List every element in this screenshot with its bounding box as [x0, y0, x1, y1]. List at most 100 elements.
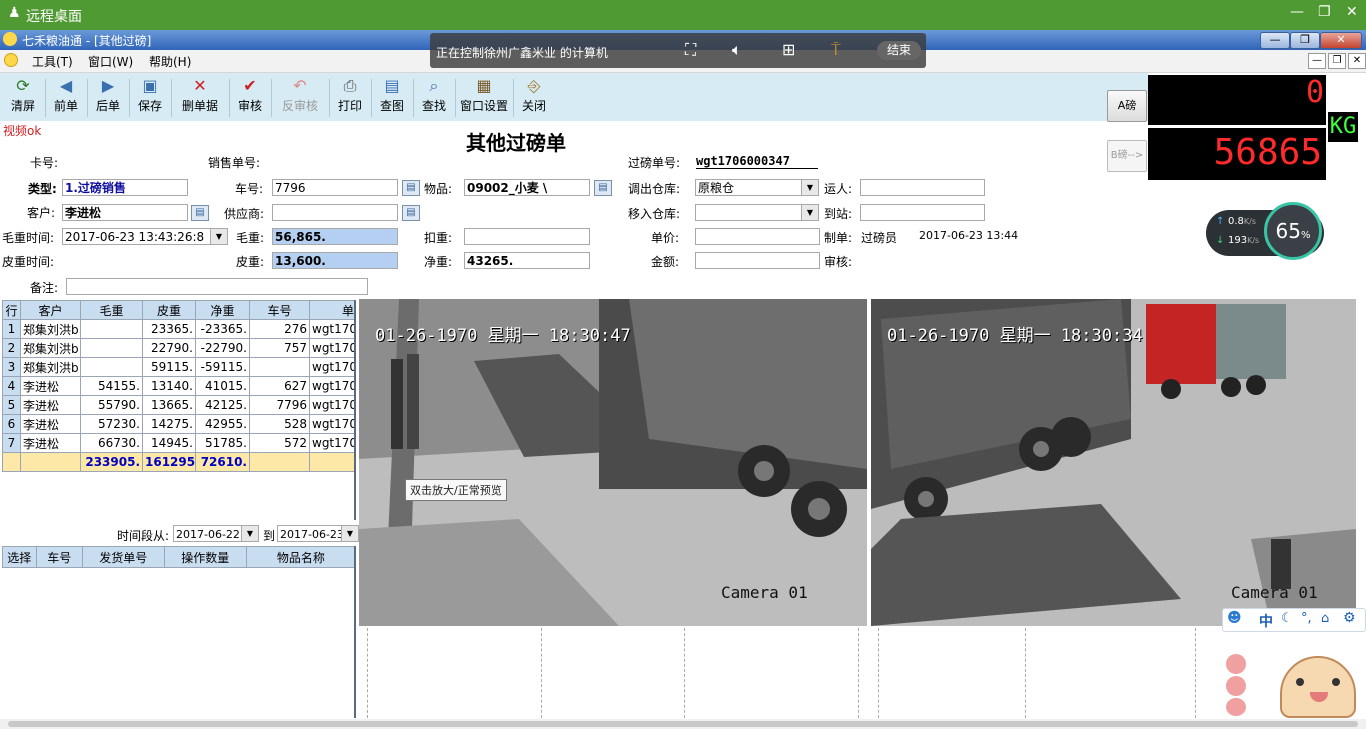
out-warehouse-select[interactable]: 原粮仓 ▼	[695, 179, 819, 196]
deduct-field[interactable]	[464, 228, 590, 245]
cell-gross[interactable]	[80, 319, 143, 339]
table-row[interactable]: 1 郑集刘洪b 23365. -23365. 276 wgt170	[2, 319, 354, 339]
supplier-field[interactable]	[272, 204, 398, 221]
col-header-gross[interactable]: 毛重	[80, 300, 143, 320]
cell-net[interactable]: -59115.	[195, 357, 250, 377]
customer-lookup-icon[interactable]: ▤	[191, 205, 209, 221]
cell-bill-no[interactable]: wgt170	[309, 357, 354, 377]
station-field[interactable]	[860, 204, 985, 221]
cell-row-number[interactable]: 5	[2, 395, 21, 415]
app-close-button[interactable]: ✕	[1320, 32, 1362, 49]
cell-plate[interactable]: 627	[249, 376, 310, 396]
table-row[interactable]: 7 李进松 66730. 14945. 51785. 572 wgt170	[2, 433, 354, 453]
cell-gross[interactable]	[80, 357, 143, 377]
ime-toolbar[interactable]: ☻ 中 ☾ °, ⌂ ⚙	[1222, 608, 1366, 632]
table-row[interactable]: 2 郑集刘洪b 22790. -22790. 757 wgt170	[2, 338, 354, 358]
menu-window[interactable]: 窗口(W)	[88, 53, 133, 70]
cell-net[interactable]: 41015.	[195, 376, 250, 396]
pin-icon[interactable]: ⍑	[831, 40, 841, 60]
scrollbar-thumb[interactable]	[8, 721, 1358, 727]
cell-tare[interactable]: 23365.	[142, 319, 196, 339]
moon-icon[interactable]: ☾	[1281, 611, 1293, 626]
cell-net[interactable]: -22790.	[195, 338, 250, 358]
col-header-delivery-no[interactable]: 发货单号	[81, 546, 165, 568]
cell-bill-no[interactable]: wgt170	[309, 433, 354, 453]
horizontal-scrollbar[interactable]	[0, 719, 1366, 729]
memory-usage-ring[interactable]: 65%	[1264, 202, 1322, 260]
col-header-customer[interactable]: 客户	[20, 300, 81, 320]
remark-field[interactable]	[66, 278, 368, 295]
cell-row-number[interactable]: 6	[2, 414, 21, 434]
cell-plate[interactable]: 276	[249, 319, 310, 339]
crop-icon[interactable]: ⊞	[782, 40, 795, 59]
col-header-plate[interactable]: 车号	[35, 546, 83, 568]
mdi-restore-button[interactable]: ❐	[1328, 53, 1346, 69]
punctuation-icon[interactable]: °,	[1301, 611, 1312, 626]
ime-chinese-mode[interactable]: 中	[1259, 611, 1273, 631]
cell-tare[interactable]: 22790.	[142, 338, 196, 358]
fullscreen-icon[interactable]: ⛶	[685, 40, 696, 60]
cell-bill-no[interactable]: wgt170	[309, 414, 354, 434]
menu-help[interactable]: 帮助(H)	[149, 53, 191, 70]
mdi-close-button[interactable]: ✕	[1348, 53, 1366, 69]
cell-bill-no[interactable]: wgt170	[309, 338, 354, 358]
app-restore-button[interactable]: ❐	[1290, 32, 1320, 49]
gear-icon[interactable]: ⚙	[1343, 610, 1356, 626]
cell-net[interactable]: 42125.	[195, 395, 250, 415]
cell-row-number[interactable]: 3	[2, 357, 21, 377]
cell-customer[interactable]: 李进松	[20, 395, 81, 415]
cell-customer[interactable]: 郑集刘洪b	[20, 357, 81, 377]
close-button[interactable]: ⎆ 关闭	[516, 75, 552, 119]
window-settings-button[interactable]: ▦ 窗口设置	[458, 75, 510, 119]
table-row[interactable]: 3 郑集刘洪b 59115. -59115. wgt170	[2, 357, 354, 377]
period-from-field[interactable]: 2017-06-22 ▼	[173, 525, 259, 542]
cell-net[interactable]: -23365.	[195, 319, 250, 339]
cell-row-number[interactable]: 2	[2, 338, 21, 358]
search-button[interactable]: ⌕ 查找	[416, 75, 452, 119]
unapprove-button[interactable]: ↶ 反审核	[275, 75, 325, 119]
remote-minimize-button[interactable]: —	[1290, 4, 1304, 20]
cell-bill-no[interactable]: wgt170	[309, 376, 354, 396]
type-field[interactable]: 1.过磅销售	[62, 179, 188, 196]
cell-bill-no[interactable]: wgt170	[309, 395, 354, 415]
cell-customer[interactable]: 郑集刘洪b	[20, 319, 81, 339]
delete-button[interactable]: ✕ 删单据	[176, 75, 224, 119]
price-field[interactable]	[695, 228, 820, 245]
cell-plate[interactable]: 7796	[249, 395, 310, 415]
cell-plate[interactable]: 757	[249, 338, 310, 358]
cell-gross[interactable]: 57230.	[80, 414, 143, 434]
cell-customer[interactable]: 李进松	[20, 414, 81, 434]
view-image-button[interactable]: ▤ 查图	[374, 75, 410, 119]
amount-field[interactable]	[695, 252, 820, 269]
cell-plate[interactable]	[249, 357, 310, 377]
menu-tools[interactable]: 工具(T)	[32, 53, 73, 70]
table-row[interactable]: 4 李进松 54155. 13140. 41015. 627 wgt170	[2, 376, 354, 396]
cell-customer[interactable]: 李进松	[20, 376, 81, 396]
volume-icon[interactable]: 🔈︎	[732, 40, 742, 60]
col-header-select[interactable]: 选择	[2, 546, 37, 568]
cell-tare[interactable]: 14945.	[142, 433, 196, 453]
period-to-field[interactable]: 2017-06-23 ▼	[277, 525, 359, 542]
clear-button[interactable]: ⟳ 清屏	[4, 75, 42, 119]
cell-row-number[interactable]: 1	[2, 319, 21, 339]
goods-lookup-icon[interactable]: ▤	[594, 180, 612, 196]
camera-view-2[interactable]: 01-26-1970 星期一 18:30:34 Camera 01	[871, 299, 1356, 626]
scale-b-button[interactable]: B磅-->	[1107, 140, 1147, 172]
cell-net[interactable]: 42955.	[195, 414, 250, 434]
gross-time-field[interactable]: 2017-06-23 13:43:26:8 ▼	[62, 228, 228, 245]
app-minimize-button[interactable]: —	[1260, 32, 1290, 49]
end-session-button[interactable]: 结束	[877, 41, 921, 60]
print-button[interactable]: ⎙ 打印	[332, 75, 368, 119]
col-header-goods-name[interactable]: 物品名称	[245, 546, 354, 568]
table-row[interactable]: 6 李进松 57230. 14275. 42955. 528 wgt170	[2, 414, 354, 434]
col-header-tare[interactable]: 皮重	[142, 300, 196, 320]
prev-button[interactable]: ◀ 前单	[48, 75, 84, 119]
cell-customer[interactable]: 李进松	[20, 433, 81, 453]
goods-field[interactable]: 09002_小麦 \	[464, 179, 590, 196]
customer-field[interactable]: 李进松	[62, 204, 188, 221]
mdi-minimize-button[interactable]: —	[1308, 53, 1326, 69]
save-button[interactable]: ▣ 保存	[132, 75, 168, 119]
cell-customer[interactable]: 郑集刘洪b	[20, 338, 81, 358]
carrier-field[interactable]	[860, 179, 985, 196]
cell-gross[interactable]: 54155.	[80, 376, 143, 396]
